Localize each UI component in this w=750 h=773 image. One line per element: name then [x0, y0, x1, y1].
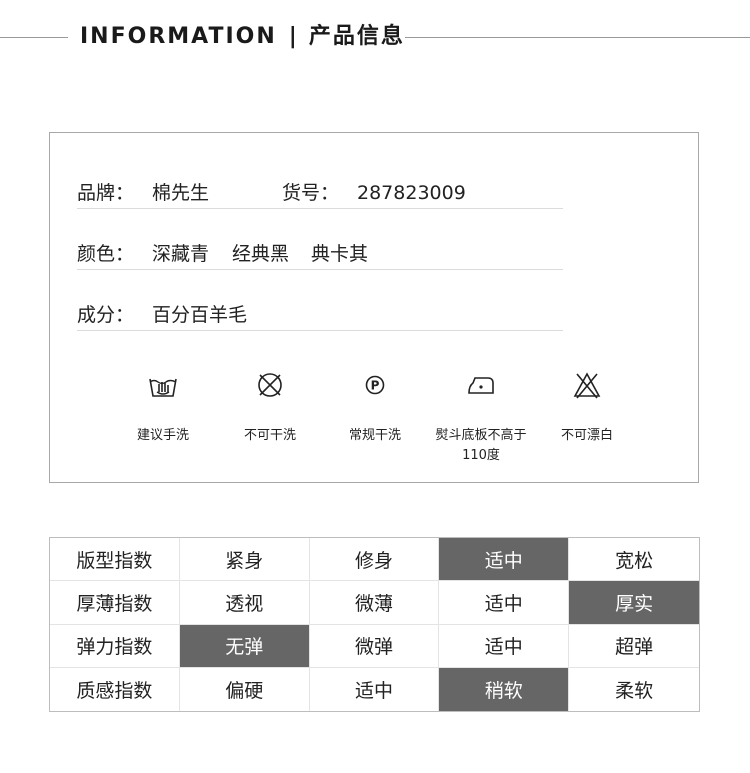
brand-label: 品牌： [77, 182, 135, 204]
color-option: 深藏青 [152, 243, 210, 265]
index-row-label: 质感指数 [50, 667, 180, 711]
index-option-selected: 厚实 [569, 581, 699, 625]
dry-clean-p-icon: P [365, 375, 385, 395]
care-label: 不可干洗 [243, 428, 296, 443]
index-row-label: 版型指数 [50, 538, 180, 582]
color-label: 颜色： [77, 243, 135, 265]
index-option: 透视 [179, 581, 310, 625]
sku-label: 货号： [282, 182, 340, 204]
care-item-dry-clean: P 常规干洗 [320, 370, 430, 446]
title-chinese: 产品信息 [308, 24, 405, 49]
title-english: INFORMATION [80, 24, 277, 49]
no-dry-clean-icon [258, 373, 282, 397]
care-label: 熨斗底板不高于110度 [435, 428, 527, 463]
no-bleach-icon [573, 372, 601, 399]
index-option: 宽松 [569, 538, 699, 582]
color-option: 典卡其 [311, 243, 369, 265]
index-option: 微弹 [309, 624, 440, 668]
index-row-label: 厚薄指数 [50, 581, 180, 625]
care-item-hand-wash: 建议手洗 [108, 370, 218, 446]
title-separator: | [288, 24, 297, 49]
sku-value: 287823009 [357, 182, 466, 204]
index-option-selected: 适中 [439, 538, 570, 582]
care-item-no-bleach: 不可漂白 [532, 370, 642, 446]
index-option: 适中 [439, 581, 570, 625]
color-option: 经典黑 [232, 243, 290, 265]
header-rule-right [405, 37, 750, 38]
index-option: 柔软 [615, 679, 654, 702]
index-option: 偏硬 [180, 667, 310, 711]
material-label: 成分： [77, 304, 135, 326]
info-row-color: 颜色： 深藏青 经典黑 典卡其 [77, 208, 563, 270]
info-row-brand: 品牌： 棉先生 货号： 287823009 [77, 147, 563, 209]
index-option-selected: 无弹 [179, 624, 310, 668]
page-title: INFORMATION | 产品信息 [80, 22, 405, 52]
index-option: 超弹 [569, 625, 699, 668]
index-option-selected: 稍软 [439, 667, 570, 711]
index-row-label: 弹力指数 [50, 624, 180, 668]
index-table: 版型指数 紧身 修身 适中 宽松 厚薄指数 透视 微薄 适中 厚实 弹力指数 无弹 微弹 适中 超弹 质感指数… [49, 537, 700, 712]
care-item-no-dry-clean: 不可干洗 [215, 370, 325, 446]
iron-icon [468, 377, 494, 394]
care-label: 不可漂白 [560, 428, 613, 443]
brand-value: 棉先生 [152, 182, 210, 204]
care-label: 建议手洗 [136, 428, 189, 443]
index-option: 紧身 [179, 538, 310, 582]
material-value: 百分百羊毛 [152, 304, 248, 326]
header-rule-left [0, 37, 68, 38]
index-option: 修身 [309, 538, 440, 582]
svg-text:P: P [371, 379, 380, 393]
care-item-iron: 熨斗底板不高于110度 [426, 370, 536, 466]
hand-wash-icon [149, 378, 177, 397]
info-row-material: 成分： 百分百羊毛 [77, 269, 563, 331]
section-header: INFORMATION | 产品信息 [0, 0, 750, 76]
index-option: 微薄 [309, 581, 440, 625]
care-label: 常规干洗 [348, 428, 401, 443]
index-option: 适中 [310, 667, 440, 711]
index-option: 适中 [439, 624, 570, 668]
